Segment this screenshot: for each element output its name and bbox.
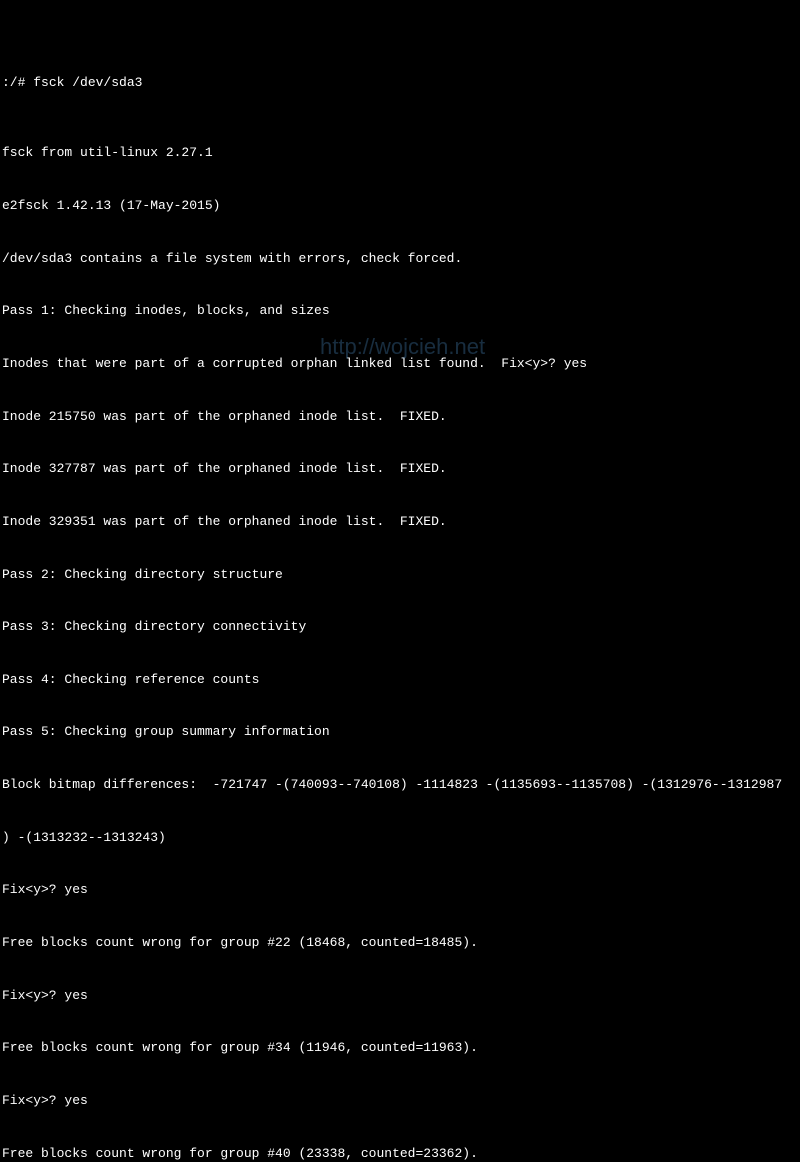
output-line: Fix<y>? yes <box>2 1092 798 1110</box>
output-line: Fix<y>? yes <box>2 881 798 899</box>
output-line: Free blocks count wrong for group #34 (1… <box>2 1039 798 1057</box>
terminal-output: fsck from util-linux 2.27.1 e2fsck 1.42.… <box>2 109 798 1162</box>
output-line: Pass 5: Checking group summary informati… <box>2 723 798 741</box>
output-line: Pass 3: Checking directory connectivity <box>2 618 798 636</box>
output-line: Fix<y>? yes <box>2 987 798 1005</box>
output-line: Inodes that were part of a corrupted orp… <box>2 355 798 373</box>
shell-prompt: :/# <box>2 74 33 92</box>
output-line: Inode 327787 was part of the orphaned in… <box>2 460 798 478</box>
command-input[interactable]: fsck /dev/sda3 <box>33 74 142 92</box>
output-line: Inode 329351 was part of the orphaned in… <box>2 513 798 531</box>
output-line: Inode 215750 was part of the orphaned in… <box>2 408 798 426</box>
output-line: e2fsck 1.42.13 (17-May-2015) <box>2 197 798 215</box>
output-line: Free blocks count wrong for group #22 (1… <box>2 934 798 952</box>
output-line: ) -(1313232--1313243) <box>2 829 798 847</box>
output-line: /dev/sda3 contains a file system with er… <box>2 250 798 268</box>
command-line[interactable]: :/# fsck /dev/sda3 <box>2 74 798 92</box>
output-line: fsck from util-linux 2.27.1 <box>2 144 798 162</box>
output-line: Block bitmap differences: -721747 -(7400… <box>2 776 798 794</box>
output-line: Pass 2: Checking directory structure <box>2 566 798 584</box>
output-line: Pass 1: Checking inodes, blocks, and siz… <box>2 302 798 320</box>
output-line: Pass 4: Checking reference counts <box>2 671 798 689</box>
output-line: Free blocks count wrong for group #40 (2… <box>2 1145 798 1162</box>
